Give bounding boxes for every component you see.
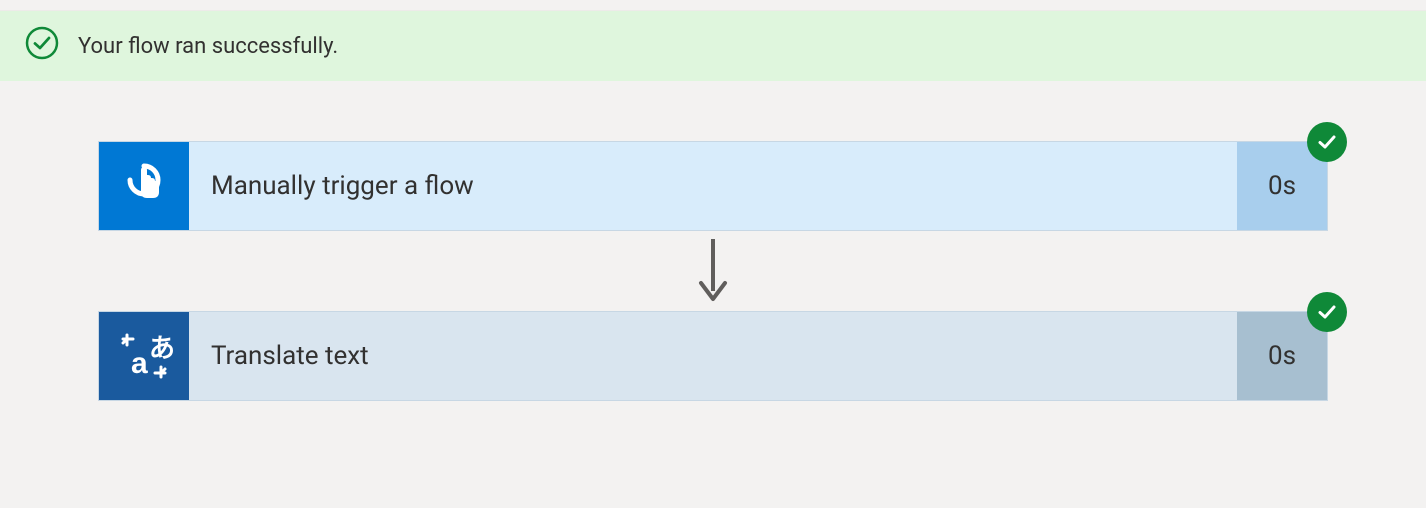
flow-step-title: Translate text [189, 312, 1237, 400]
svg-text:a: a [131, 347, 148, 380]
touch-trigger-icon [99, 142, 189, 230]
check-circle-icon [1307, 122, 1347, 162]
flow-canvas: Manually trigger a flow 0s a あ Translate… [0, 81, 1426, 401]
translate-icon: a あ [99, 312, 189, 400]
check-circle-icon [1307, 292, 1347, 332]
success-banner: Your flow ran successfully. [0, 11, 1426, 81]
check-circle-outline-icon [24, 25, 78, 67]
flow-step-title: Manually trigger a flow [189, 142, 1237, 230]
arrow-down-icon [693, 231, 733, 311]
success-banner-text: Your flow ran successfully. [78, 34, 338, 59]
flow-step-translate[interactable]: a あ Translate text 0s [98, 311, 1328, 401]
top-divider [0, 0, 1426, 11]
svg-text:あ: あ [149, 333, 173, 363]
flow-step-trigger[interactable]: Manually trigger a flow 0s [98, 141, 1328, 231]
